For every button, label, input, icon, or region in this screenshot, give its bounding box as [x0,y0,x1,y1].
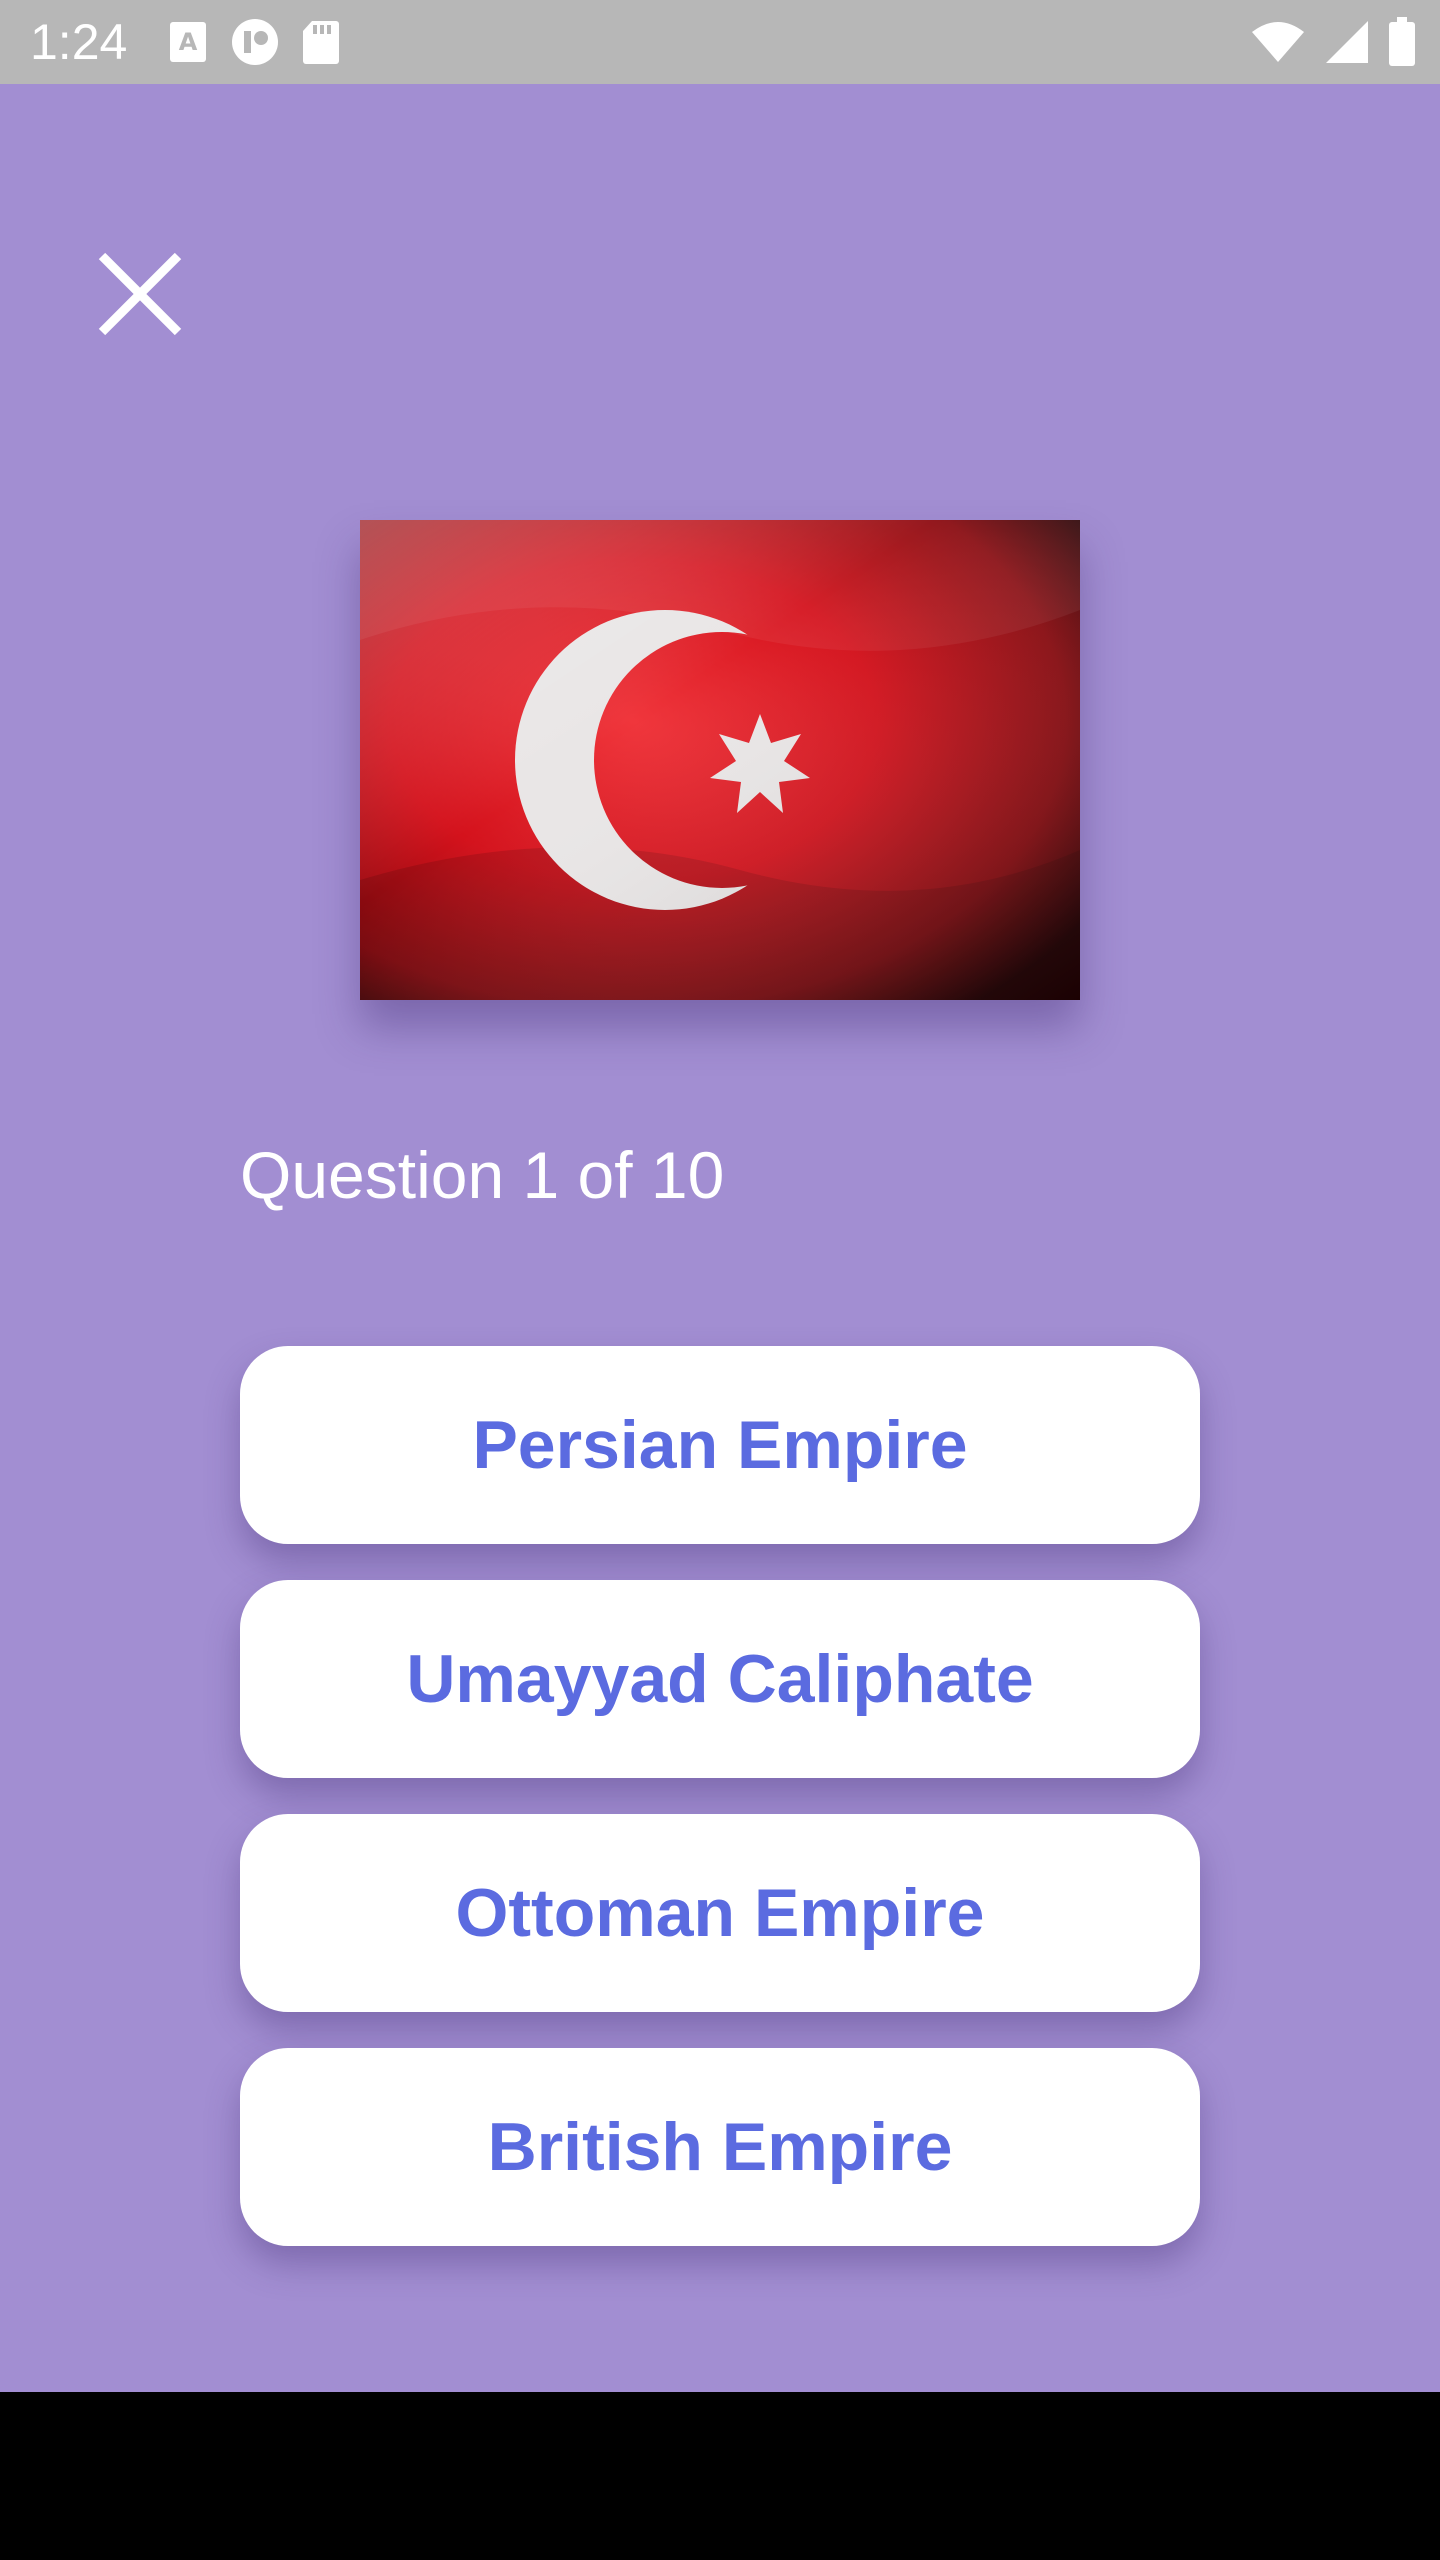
close-icon [98,252,182,336]
status-bar: 1:24 A [0,0,1440,84]
question-counter: Question 1 of 10 [240,1138,725,1212]
answer-button-ottoman-empire[interactable]: Ottoman Empire [240,1814,1200,2012]
cellular-signal-icon [1324,19,1370,65]
font-icon: A [168,20,208,64]
flag-image [360,520,1080,1000]
answer-button-british-empire[interactable]: British Empire [240,2048,1200,2246]
quiz-screen: 1:24 A Question 1 of 10 Persian Empire U… [0,0,1440,2560]
battery-icon [1388,17,1416,67]
answer-button-persian-empire[interactable]: Persian Empire [240,1346,1200,1544]
status-notification-icons: A [168,18,340,66]
navigation-bar [0,2392,1440,2560]
ottoman-flag-icon [360,520,1080,1000]
quiz-content: Question 1 of 10 Persian Empire Umayyad … [0,84,1440,2392]
answer-button-umayyad-caliphate[interactable]: Umayyad Caliphate [240,1580,1200,1778]
wifi-icon [1250,20,1306,64]
close-button[interactable] [90,244,190,344]
svg-text:A: A [179,28,198,56]
status-time: 1:24 [30,14,128,70]
record-icon [230,17,280,67]
status-system-icons [1250,16,1416,68]
sd-card-icon [302,19,340,65]
